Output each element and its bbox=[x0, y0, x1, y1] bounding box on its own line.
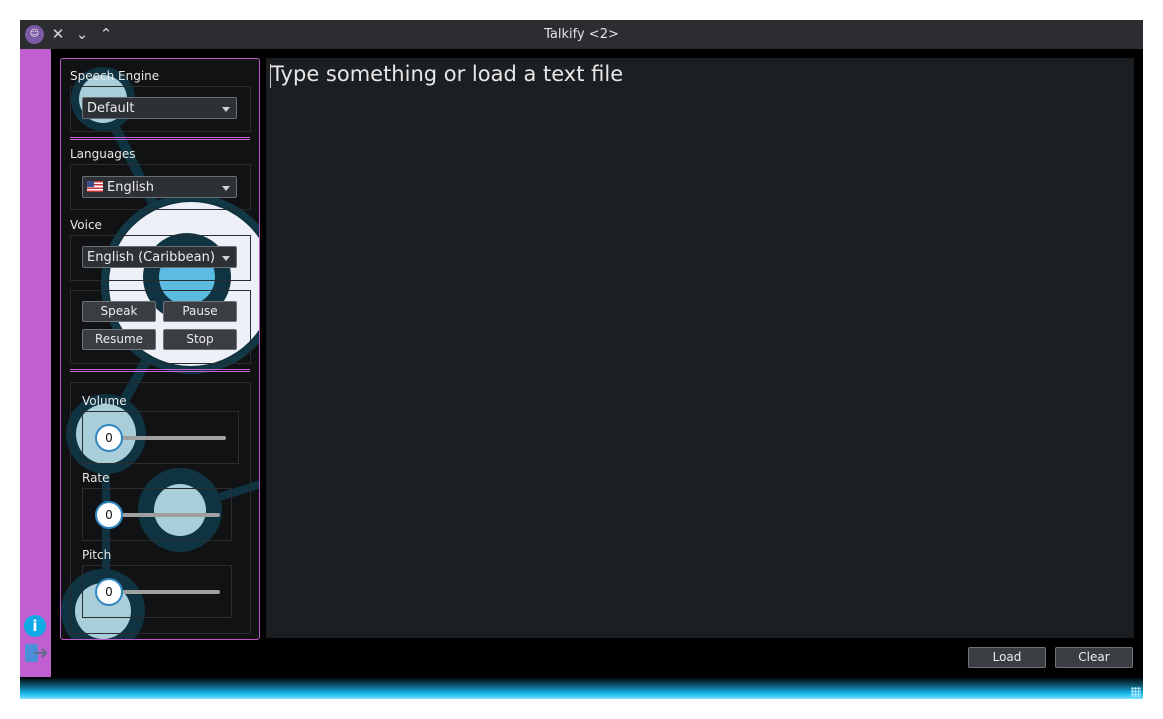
volume-slider-track[interactable] bbox=[109, 436, 226, 440]
speech-engine-value: Default bbox=[87, 101, 135, 116]
speak-button[interactable]: Speak bbox=[82, 301, 156, 322]
window-title: Talkify <2> bbox=[544, 27, 619, 42]
languages-label: Languages bbox=[70, 147, 136, 161]
rate-label: Rate bbox=[82, 471, 110, 485]
rate-slider-handle[interactable]: 0 bbox=[95, 501, 123, 529]
volume-label: Volume bbox=[82, 394, 127, 408]
section-divider bbox=[70, 369, 250, 372]
bottom-glow-bar bbox=[20, 677, 1143, 699]
editor-placeholder: Type something or load a text file bbox=[271, 62, 624, 86]
voice-select[interactable]: English (Caribbean) bbox=[82, 246, 237, 268]
chevron-down-icon bbox=[222, 256, 230, 261]
settings-panel: Speech Engine Default Languages English … bbox=[60, 58, 260, 640]
resize-grip-icon[interactable] bbox=[1131, 687, 1141, 697]
app-window: ☺ ✕ ⌄ ⌃ Talkify <2> i Speech Engine Defa… bbox=[20, 20, 1143, 699]
rate-slider-track[interactable] bbox=[109, 513, 220, 517]
speech-engine-label: Speech Engine bbox=[70, 69, 160, 83]
section-divider bbox=[70, 137, 250, 140]
info-icon[interactable]: i bbox=[24, 615, 46, 637]
speech-engine-select[interactable]: Default bbox=[82, 97, 237, 119]
us-flag-icon bbox=[87, 181, 103, 192]
volume-slider-handle[interactable]: 0 bbox=[95, 424, 123, 452]
pitch-slider-track[interactable] bbox=[109, 590, 220, 594]
stop-button[interactable]: Stop bbox=[163, 329, 237, 350]
left-sidebar-strip: i bbox=[20, 49, 51, 677]
chevron-down-icon bbox=[222, 107, 230, 112]
exit-icon[interactable] bbox=[24, 642, 48, 664]
voice-value: English (Caribbean) bbox=[87, 250, 215, 265]
clear-button[interactable]: Clear bbox=[1055, 647, 1133, 668]
chevron-down-icon bbox=[222, 186, 230, 191]
pitch-label: Pitch bbox=[82, 548, 112, 562]
languages-value: English bbox=[107, 180, 154, 195]
voice-label: Voice bbox=[70, 218, 102, 232]
text-editor[interactable]: Type something or load a text file bbox=[266, 58, 1134, 638]
resume-button[interactable]: Resume bbox=[82, 329, 156, 350]
load-button[interactable]: Load bbox=[968, 647, 1046, 668]
pitch-slider-handle[interactable]: 0 bbox=[95, 578, 123, 606]
title-bar: ☺ ✕ ⌄ ⌃ Talkify <2> bbox=[20, 20, 1143, 49]
pause-button[interactable]: Pause bbox=[163, 301, 237, 322]
languages-select[interactable]: English bbox=[82, 176, 237, 198]
